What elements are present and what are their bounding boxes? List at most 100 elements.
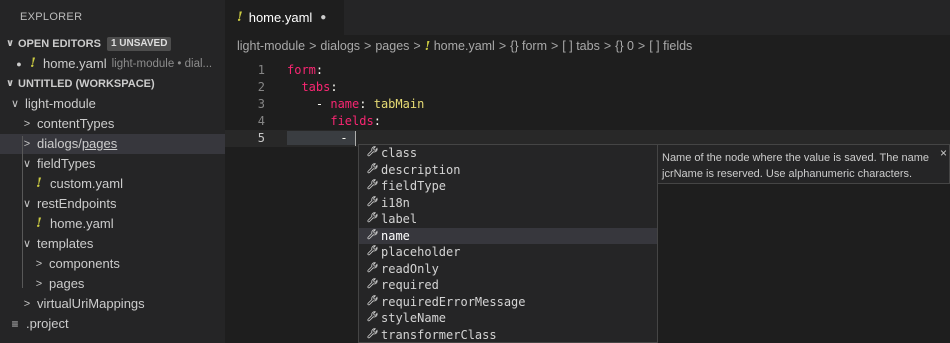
yaml-dash: - xyxy=(315,97,331,111)
tree-item-custom-yaml[interactable]: ! custom.yaml xyxy=(0,174,225,194)
suggest-item-label: required xyxy=(381,278,439,292)
tree-item-dialogs-pages[interactable]: > dialogs / pages xyxy=(0,134,225,154)
suggest-item[interactable]: class xyxy=(359,145,657,162)
suggest-item-label: readOnly xyxy=(381,261,439,276)
lines-file-icon: ≡ xyxy=(11,317,19,331)
tab-bar: ! home.yaml ● xyxy=(225,0,950,35)
yaml-file-icon: ! xyxy=(424,38,431,53)
wrench-icon xyxy=(363,145,381,162)
suggest-item[interactable]: description xyxy=(359,162,657,179)
wrench-icon xyxy=(363,261,381,278)
tree-item-label: fieldTypes xyxy=(37,156,96,171)
suggest-item[interactable]: styleName xyxy=(359,310,657,327)
tree-item-fieldtypes[interactable]: ∨ fieldTypes xyxy=(0,154,225,174)
yaml-key: fields xyxy=(330,114,374,128)
line-number: 2 xyxy=(257,80,265,94)
wrench-icon xyxy=(363,195,381,212)
breadcrumb-separator: > xyxy=(603,39,612,53)
tree-item-label: virtualUriMappings xyxy=(37,296,145,311)
yaml-key: tabs xyxy=(301,80,331,94)
tree-item-templates[interactable]: ∨ templates xyxy=(0,234,225,254)
tree-item-template-pages[interactable]: > pages xyxy=(0,274,225,294)
wrench-icon xyxy=(363,294,381,311)
tree-item-label: custom.yaml xyxy=(50,176,123,191)
breadcrumb-item[interactable]: dialogs xyxy=(320,39,360,53)
explorer-sidebar: EXPLORER ∨ OPEN EDITORS 1 UNSAVED ● ! ho… xyxy=(0,0,225,343)
suggest-details: Name of the node where the value is save… xyxy=(658,144,950,184)
code-line[interactable]: 3 - name: tabMain xyxy=(225,96,950,113)
yaml-key: form xyxy=(287,63,316,77)
tree-item-restendpoints[interactable]: ∨ restEndpoints xyxy=(0,194,225,214)
yaml-value: tabMain xyxy=(373,97,425,111)
suggest-item[interactable]: requiredErrorMessage xyxy=(359,294,657,311)
workspace-section[interactable]: ∨ UNTITLED (WORKSPACE) xyxy=(0,74,225,94)
tree-item-label: templates xyxy=(37,236,94,251)
tree-item-virtualurimappings[interactable]: > virtualUriMappings xyxy=(0,294,225,314)
suggest-item[interactable]: fieldType xyxy=(359,178,657,195)
dirty-dot-icon[interactable]: ● xyxy=(12,54,26,74)
tree-item-home-yaml[interactable]: ! home.yaml xyxy=(0,214,225,234)
open-editor-home-yaml[interactable]: ● ! home.yaml light-module • dial... xyxy=(0,54,225,74)
tab-label: home.yaml xyxy=(248,10,313,25)
open-editor-path: light-module • dial... xyxy=(111,58,213,70)
code-line[interactable]: 4 fields: xyxy=(225,113,950,130)
chevron-down-icon: ∨ xyxy=(10,98,20,110)
breadcrumb-symbol[interactable]: [ ] fields xyxy=(649,39,692,53)
suggest-item-label: name xyxy=(381,228,410,243)
suggest-item[interactable]: label xyxy=(359,211,657,228)
breadcrumb-item[interactable]: pages xyxy=(375,39,409,53)
suggest-item[interactable]: transformerClass xyxy=(359,327,657,343)
wrench-icon xyxy=(363,178,381,195)
tree-item-components[interactable]: > components xyxy=(0,254,225,274)
tree-item-label: pages xyxy=(49,276,85,291)
tree-item-light-module[interactable]: ∨ light-module xyxy=(0,94,225,114)
tree-item-project[interactable]: ≡ .project xyxy=(0,314,225,334)
tab-home-yaml[interactable]: ! home.yaml ● xyxy=(225,0,344,35)
open-editor-filename: home.yaml xyxy=(43,56,107,71)
tree-item-label: restEndpoints xyxy=(37,196,117,211)
close-icon[interactable]: × xyxy=(940,145,947,161)
yaml-colon: : xyxy=(359,97,374,111)
breadcrumb-item[interactable]: home.yaml xyxy=(434,39,495,53)
breadcrumb-separator: > xyxy=(550,39,559,53)
suggest-item-label: styleName xyxy=(381,311,447,325)
tree-item-contenttypes[interactable]: > contentTypes xyxy=(0,114,225,134)
tree-item-label[interactable]: pages xyxy=(82,134,117,154)
suggest-item[interactable]: required xyxy=(359,277,657,294)
yaml-colon: : xyxy=(315,63,324,77)
breadcrumb-separator: > xyxy=(498,39,507,53)
suggest-item-label: label xyxy=(381,212,418,226)
suggest-widget[interactable]: class description fieldType i18n label name pl… xyxy=(358,144,658,343)
suggest-item[interactable]: readOnly xyxy=(359,261,657,278)
yaml-dash: - xyxy=(340,131,355,145)
suggest-item[interactable]: i18n xyxy=(359,195,657,212)
suggest-item-label: class xyxy=(381,146,418,160)
unsaved-badge: 1 UNSAVED xyxy=(106,37,172,51)
code-line[interactable]: 2 tabs: xyxy=(225,79,950,96)
chevron-right-icon: > xyxy=(23,298,31,310)
breadcrumb-separator: > xyxy=(413,39,421,53)
tree-item-label: components xyxy=(49,256,120,271)
wrench-icon xyxy=(363,327,381,343)
yaml-file-icon: ! xyxy=(237,10,243,25)
breadcrumb-item[interactable]: light-module xyxy=(237,39,305,53)
breadcrumb-separator: > xyxy=(364,39,372,53)
breadcrumb-symbol[interactable]: {} 0 xyxy=(615,39,634,53)
suggest-details-text: Name of the node where the value is save… xyxy=(662,152,930,180)
open-editors-section[interactable]: ∨ OPEN EDITORS 1 UNSAVED xyxy=(0,34,225,54)
suggest-item-label: transformerClass xyxy=(381,327,497,342)
wrench-icon xyxy=(363,244,381,261)
suggest-item[interactable]: name xyxy=(359,227,657,244)
chevron-right-icon: > xyxy=(23,118,31,130)
breadcrumb-symbol[interactable]: [ ] tabs xyxy=(562,39,600,53)
wrench-icon xyxy=(363,162,381,179)
suggest-item-label: fieldType xyxy=(381,179,447,193)
suggest-item[interactable]: placeholder xyxy=(359,244,657,261)
yaml-colon: : xyxy=(373,114,381,128)
dirty-dot-icon[interactable]: ● xyxy=(320,12,326,23)
wrench-icon xyxy=(363,211,381,228)
breadcrumb-symbol[interactable]: {} form xyxy=(510,39,547,53)
chevron-down-icon: ∨ xyxy=(6,38,15,49)
code-editor[interactable]: 1 form: 2 tabs: 3 - name: tabMain 4 fiel… xyxy=(225,62,950,147)
code-line[interactable]: 1 form: xyxy=(225,62,950,79)
